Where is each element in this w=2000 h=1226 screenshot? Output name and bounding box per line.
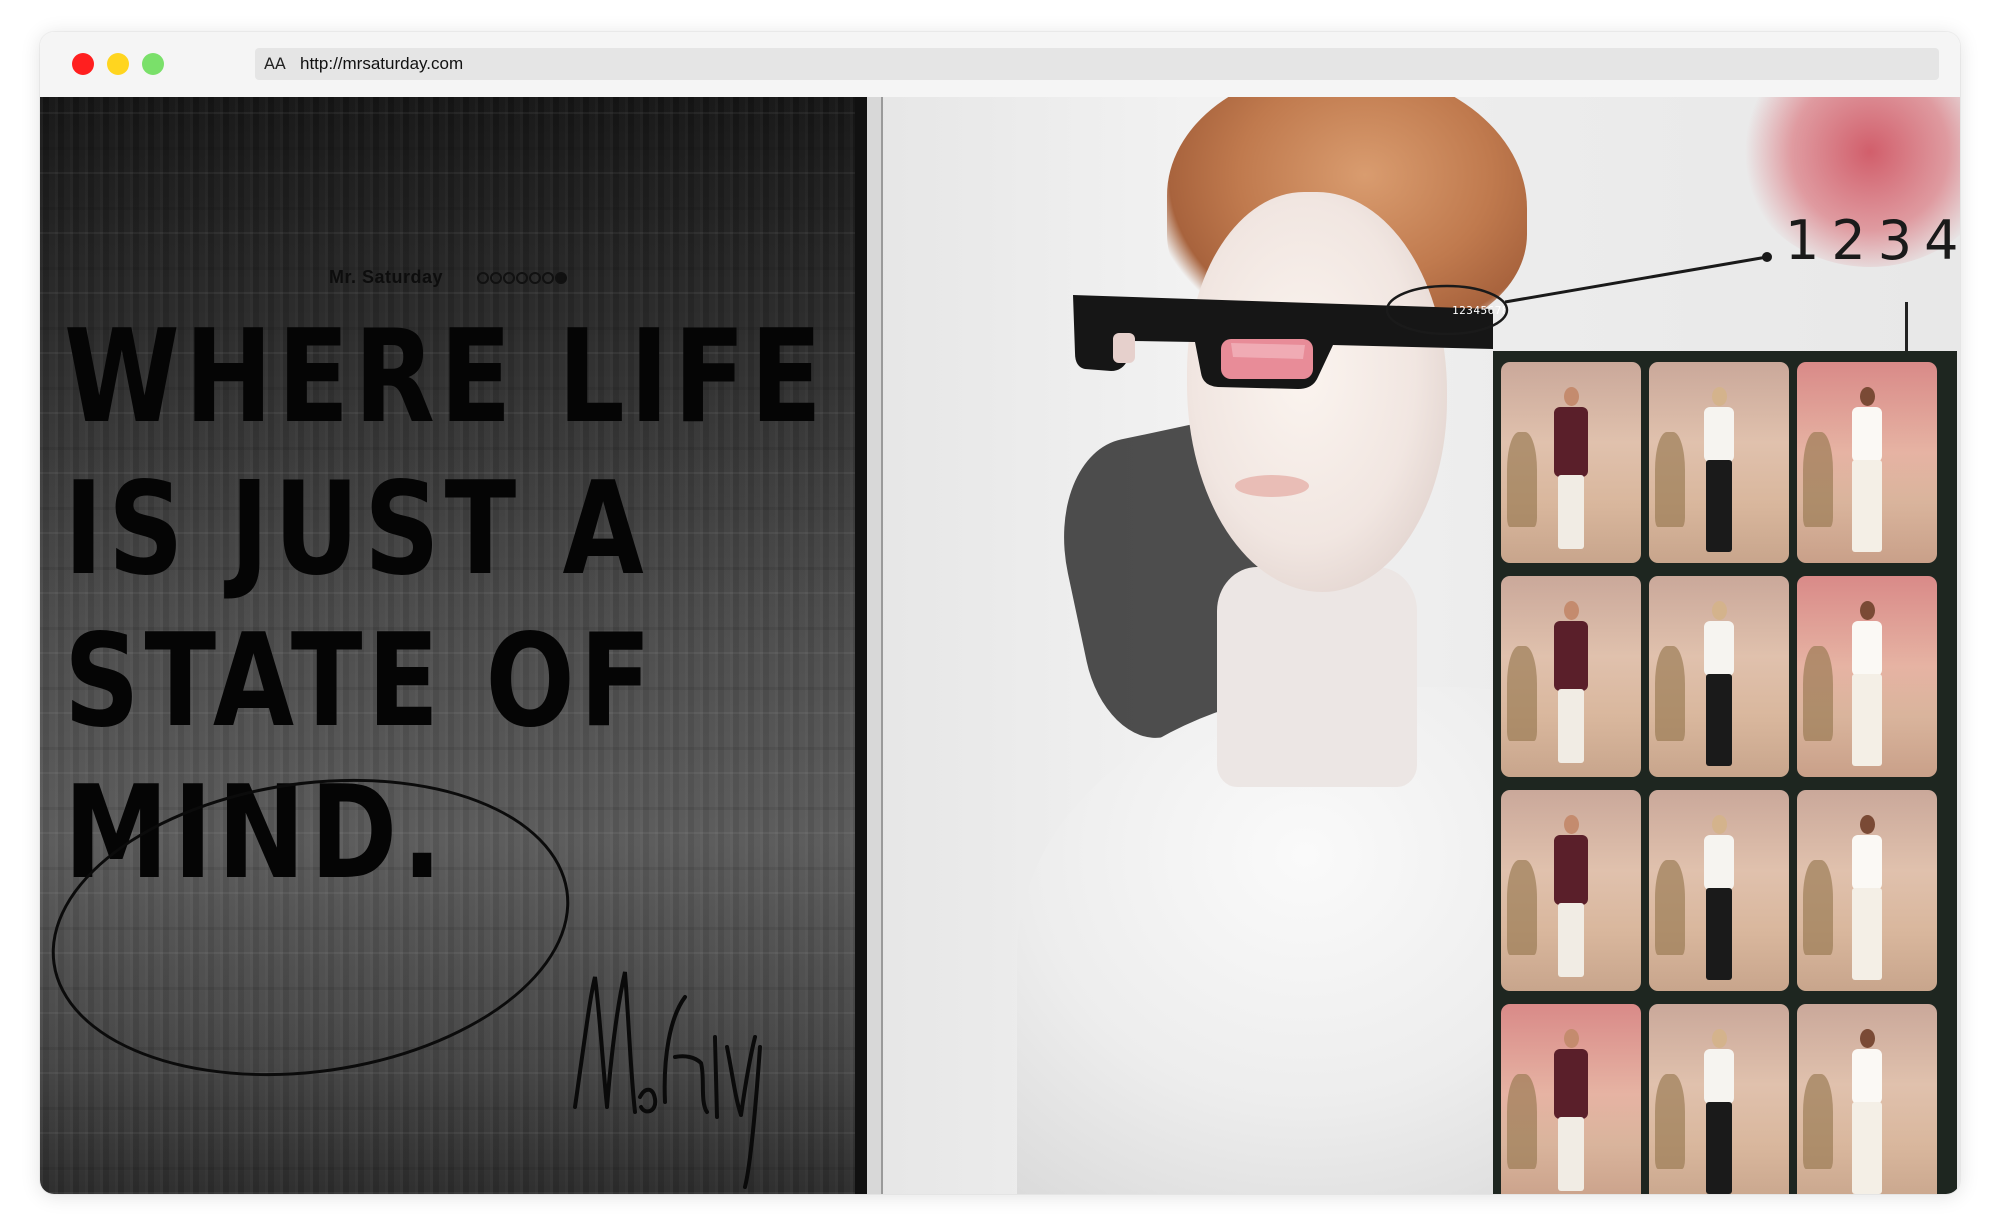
- runway-thumbnail[interactable]: [1797, 362, 1937, 563]
- page-content: Mr. Saturday WHERE LIFE IS JUST A STATE …: [40, 97, 1960, 1194]
- runway-thumbnail[interactable]: [1501, 576, 1641, 777]
- handwritten-numbers: 12345: [1785, 209, 1960, 272]
- signature-icon: [573, 971, 762, 1189]
- address-bar[interactable]: AA http://mrsaturday.com: [255, 48, 1939, 80]
- url-text[interactable]: http://mrsaturday.com: [300, 54, 463, 74]
- browser-window: AA http://mrsaturday.com Mr. Saturday WH…: [40, 32, 1960, 1194]
- headline-line: WHERE LIFE: [64, 303, 827, 452]
- dot-pattern: [477, 272, 567, 284]
- headline-line: STATE OF: [64, 607, 657, 756]
- brand-label: Mr. Saturday: [329, 267, 444, 287]
- model-photo: 12345678 12345: [867, 97, 1960, 1194]
- runway-thumbnail[interactable]: [1797, 790, 1937, 991]
- headline-line: IS JUST A: [64, 455, 649, 604]
- runway-thumbnail[interactable]: [1501, 1004, 1641, 1194]
- text-size-button[interactable]: AA: [264, 54, 286, 73]
- runway-thumbnail[interactable]: [1501, 362, 1641, 563]
- runway-thumbnail[interactable]: [1501, 790, 1641, 991]
- maximize-window-button[interactable]: [142, 53, 164, 75]
- runway-thumbnail[interactable]: [1797, 1004, 1937, 1194]
- runway-thumbnail[interactable]: [1649, 576, 1789, 777]
- neck: [1217, 567, 1417, 787]
- runway-thumbnail[interactable]: [1797, 576, 1937, 777]
- runway-thumbnail[interactable]: [1649, 362, 1789, 563]
- contact-sheet: [1493, 351, 1957, 1194]
- minimize-window-button[interactable]: [107, 53, 129, 75]
- runway-thumbnail[interactable]: [1649, 790, 1789, 991]
- runway-thumbnail[interactable]: [1649, 1004, 1789, 1194]
- browser-toolbar: AA http://mrsaturday.com: [40, 32, 1960, 98]
- manifesto-poster: Mr. Saturday WHERE LIFE IS JUST A STATE …: [40, 97, 855, 1194]
- panel-divider: [855, 97, 867, 1194]
- close-window-button[interactable]: [72, 53, 94, 75]
- lips: [1235, 475, 1309, 497]
